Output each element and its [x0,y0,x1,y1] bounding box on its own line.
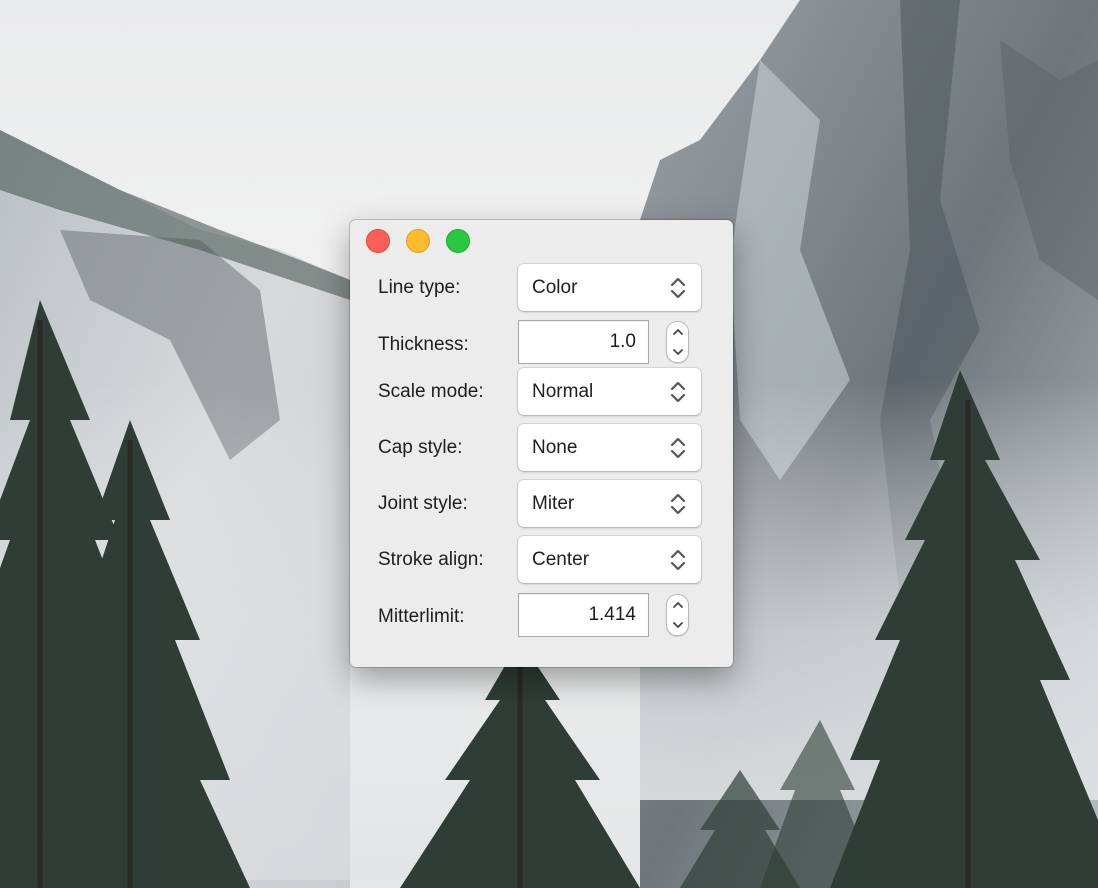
thickness-row: Thickness: [378,320,703,364]
stroke-align-popup[interactable]: Center [518,536,701,583]
stroke-align-value: Center [532,548,590,570]
joint-style-popup[interactable]: Miter [518,480,701,527]
window-controls [366,229,470,253]
line-type-popup[interactable]: Color [518,264,701,311]
up-down-chevron-icon [670,381,686,403]
close-button[interactable] [366,229,390,253]
line-style-window: Line type: Color Thickness: Scale mode: … [350,220,733,667]
up-down-chevron-icon [670,437,686,459]
mitterlimit-decrement[interactable] [667,615,688,635]
mitterlimit-increment[interactable] [667,595,688,615]
zoom-button[interactable] [446,229,470,253]
cap-style-value: None [532,436,578,458]
mitterlimit-stepper[interactable] [666,594,689,636]
up-down-chevron-icon [670,277,686,299]
chevron-up-icon [672,602,683,608]
stroke-align-row: Stroke align: Center [378,536,703,584]
mitterlimit-row: Mitterlimit: [378,593,703,637]
minimize-button[interactable] [406,229,430,253]
up-down-chevron-icon [670,549,686,571]
stroke-align-label: Stroke align: [378,549,484,570]
scale-mode-popup[interactable]: Normal [518,368,701,415]
line-type-value: Color [532,276,578,298]
cap-style-label: Cap style: [378,437,463,458]
cap-style-popup[interactable]: None [518,424,701,471]
thickness-input[interactable] [518,320,649,364]
chevron-down-icon [672,622,683,628]
scale-mode-row: Scale mode: Normal [378,368,703,416]
thickness-stepper[interactable] [666,321,689,363]
scale-mode-label: Scale mode: [378,381,484,402]
scale-mode-value: Normal [532,380,594,402]
joint-style-row: Joint style: Miter [378,480,703,528]
joint-style-value: Miter [532,492,575,514]
cap-style-row: Cap style: None [378,424,703,472]
thickness-label: Thickness: [378,334,469,355]
joint-style-label: Joint style: [378,493,468,514]
chevron-up-icon [672,329,683,335]
line-type-row: Line type: Color [378,264,703,312]
chevron-down-icon [672,349,683,355]
mitterlimit-label: Mitterlimit: [378,606,465,627]
thickness-increment[interactable] [667,322,688,342]
up-down-chevron-icon [670,493,686,515]
mitterlimit-input[interactable] [518,593,649,637]
line-type-label: Line type: [378,277,461,298]
thickness-decrement[interactable] [667,342,688,362]
